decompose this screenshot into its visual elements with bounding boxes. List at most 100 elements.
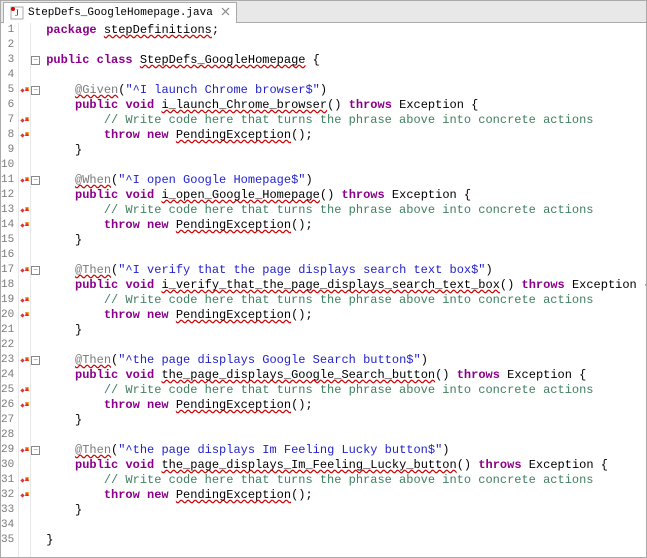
fold-toggle-icon[interactable]: − — [31, 86, 40, 95]
gutter-fold: − − − − − − — [31, 23, 40, 557]
code-line: throw new PendingException(); — [46, 218, 646, 233]
line-number: 21 — [1, 323, 14, 338]
code-line: throw new PendingException(); — [46, 488, 646, 503]
line-number: 29 — [1, 443, 14, 458]
line-number: 13 — [1, 203, 14, 218]
tab-close-icon[interactable] — [221, 7, 230, 20]
fold-cell — [31, 158, 40, 173]
fold-toggle-icon[interactable]: − — [31, 356, 40, 365]
line-number: 3 — [1, 53, 14, 68]
code-line: @Then("^the page displays Im Feeling Luc… — [46, 443, 646, 458]
fold-cell — [31, 23, 40, 38]
fold-toggle-icon[interactable]: − — [31, 56, 40, 65]
code-line: throw new PendingException(); — [46, 398, 646, 413]
fold-cell — [31, 428, 40, 443]
gutter-marker-cell — [19, 458, 30, 473]
code-line: @Then("^I verify that the page displays … — [46, 263, 646, 278]
fold-cell — [31, 473, 40, 488]
fold-cell — [31, 458, 40, 473]
gutter-line-numbers: 1234567891011121314151617181920212223242… — [1, 23, 19, 557]
line-number: 27 — [1, 413, 14, 428]
fold-toggle-icon[interactable]: − — [31, 446, 40, 455]
fold-cell — [31, 398, 40, 413]
fold-cell — [31, 323, 40, 338]
fold-cell — [31, 308, 40, 323]
gutter-marker-cell — [19, 413, 30, 428]
gutter-marker-cell — [19, 503, 30, 518]
line-number: 18 — [1, 278, 14, 293]
error-icon — [19, 205, 30, 216]
fold-toggle-icon[interactable]: − — [31, 266, 40, 275]
line-number: 11 — [1, 173, 14, 188]
gutter-marker-cell — [19, 68, 30, 83]
code-line — [46, 518, 646, 533]
gutter-marker-cell — [19, 38, 30, 53]
gutter-marker-cell — [19, 368, 30, 383]
gutter-markers — [19, 23, 31, 557]
gutter-marker-cell — [19, 428, 30, 443]
line-number: 6 — [1, 98, 14, 113]
code-line — [46, 158, 646, 173]
line-number: 2 — [1, 38, 14, 53]
line-number: 32 — [1, 488, 14, 503]
line-number: 5 — [1, 83, 14, 98]
line-number: 17 — [1, 263, 14, 278]
line-number: 9 — [1, 143, 14, 158]
fold-cell — [31, 233, 40, 248]
line-number: 1 — [1, 23, 14, 38]
fold-cell — [31, 143, 40, 158]
gutter-marker-cell — [19, 293, 30, 308]
line-number: 19 — [1, 293, 14, 308]
fold-cell: − — [31, 263, 40, 278]
fold-cell — [31, 113, 40, 128]
line-number: 12 — [1, 188, 14, 203]
fold-cell — [31, 368, 40, 383]
gutter-marker-cell — [19, 488, 30, 503]
svg-text:J: J — [15, 8, 19, 18]
line-number: 30 — [1, 458, 14, 473]
code-line: @When("^I open Google Homepage$") — [46, 173, 646, 188]
code-line: public void the_page_displays_Google_Sea… — [46, 368, 646, 383]
line-number: 34 — [1, 518, 14, 533]
line-number: 7 — [1, 113, 14, 128]
fold-cell — [31, 503, 40, 518]
code-content[interactable]: package stepDefinitions; public class St… — [40, 23, 646, 557]
code-line — [46, 428, 646, 443]
code-editor-area[interactable]: 1234567891011121314151617181920212223242… — [1, 23, 646, 557]
code-line — [46, 38, 646, 53]
java-file-icon: J — [10, 6, 24, 20]
gutter-marker-cell — [19, 338, 30, 353]
gutter-marker-cell — [19, 113, 30, 128]
fold-cell — [31, 413, 40, 428]
line-number: 15 — [1, 233, 14, 248]
gutter-marker-cell — [19, 248, 30, 263]
code-line: } — [46, 533, 646, 548]
gutter-marker-cell — [19, 173, 30, 188]
code-line: public void i_open_Google_Homepage() thr… — [46, 188, 646, 203]
gutter-marker-cell — [19, 158, 30, 173]
error-icon — [19, 355, 30, 366]
error-icon — [19, 445, 30, 456]
gutter-marker-cell — [19, 233, 30, 248]
editor-window: J StepDefs_GoogleHomepage.java 123456789… — [0, 0, 647, 558]
fold-toggle-icon[interactable]: − — [31, 176, 40, 185]
line-number: 31 — [1, 473, 14, 488]
fold-cell — [31, 518, 40, 533]
line-number: 4 — [1, 68, 14, 83]
code-line — [46, 68, 646, 83]
line-number: 24 — [1, 368, 14, 383]
file-tab[interactable]: J StepDefs_GoogleHomepage.java — [3, 2, 237, 23]
fold-cell — [31, 128, 40, 143]
fold-cell — [31, 338, 40, 353]
code-line: // Write code here that turns the phrase… — [46, 203, 646, 218]
line-number: 20 — [1, 308, 14, 323]
error-icon — [19, 175, 30, 186]
gutter-marker-cell — [19, 188, 30, 203]
code-line: } — [46, 323, 646, 338]
fold-cell — [31, 278, 40, 293]
error-icon — [19, 385, 30, 396]
gutter-marker-cell — [19, 218, 30, 233]
gutter-marker-cell — [19, 398, 30, 413]
line-number: 25 — [1, 383, 14, 398]
code-line: // Write code here that turns the phrase… — [46, 113, 646, 128]
